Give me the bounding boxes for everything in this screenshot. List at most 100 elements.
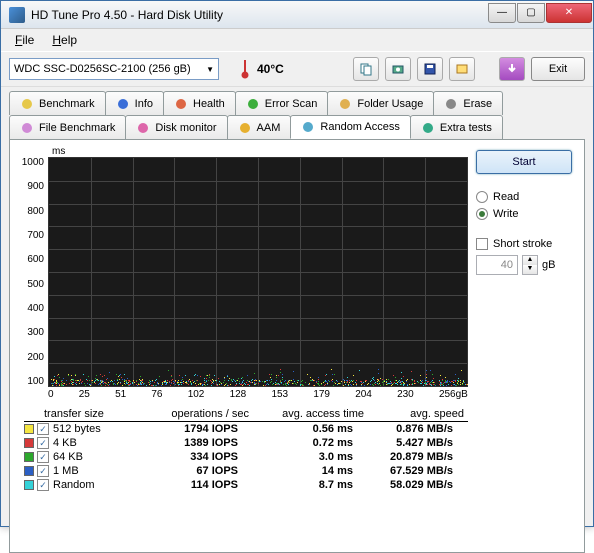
- write-radio[interactable]: Write: [476, 208, 578, 220]
- tab-health[interactable]: Health: [163, 91, 236, 115]
- col-access: avg. access time: [249, 408, 364, 420]
- tab-icon: [301, 120, 315, 134]
- tab-label: Disk monitor: [155, 122, 216, 134]
- x-axis: 0255176102128153179204230256gB: [16, 389, 468, 400]
- result-row: ✓ Random114 IOPS8.7 ms58.029 MB/s: [24, 478, 468, 492]
- window-title: HD Tune Pro 4.50 - Hard Disk Utility: [31, 8, 488, 22]
- tab-info[interactable]: Info: [105, 91, 164, 115]
- ops-value: 334 IOPS: [128, 451, 238, 463]
- series-swatch: [24, 480, 34, 490]
- y-axis: 1000900800700600500400300200100: [16, 157, 48, 387]
- access-value: 0.72 ms: [238, 437, 353, 449]
- read-radio[interactable]: Read: [476, 191, 578, 203]
- tab-file-benchmark[interactable]: File Benchmark: [9, 115, 126, 139]
- ops-value: 67 IOPS: [128, 465, 238, 477]
- speed-value: 58.029 MB/s: [353, 479, 453, 491]
- access-value: 3.0 ms: [238, 451, 353, 463]
- ops-value: 114 IOPS: [128, 479, 238, 491]
- spin-buttons[interactable]: ▲▼: [522, 255, 538, 275]
- tab-label: Health: [193, 98, 225, 110]
- transfer-size: 4 KB: [53, 437, 128, 449]
- tab-benchmark[interactable]: Benchmark: [9, 91, 106, 115]
- col-speed: avg. speed: [364, 408, 464, 420]
- short-stroke-value[interactable]: [476, 255, 518, 275]
- col-transfer-size: transfer size: [44, 408, 139, 420]
- thermometer-icon: [239, 59, 251, 79]
- tab-aam[interactable]: AAM: [227, 115, 292, 139]
- tab-erase[interactable]: Erase: [433, 91, 503, 115]
- speed-value: 5.427 MB/s: [353, 437, 453, 449]
- speed-value: 20.879 MB/s: [353, 451, 453, 463]
- temperature-value: 40°C: [257, 62, 284, 76]
- stroke-unit: gB: [542, 259, 555, 271]
- app-icon: [9, 7, 25, 23]
- series-checkbox[interactable]: ✓: [37, 479, 49, 491]
- save-button[interactable]: [417, 57, 443, 81]
- menu-file[interactable]: File: [7, 31, 42, 49]
- transfer-size: Random: [53, 479, 128, 491]
- menu-help[interactable]: Help: [44, 31, 85, 49]
- tab-icon: [20, 121, 34, 135]
- tab-label: Random Access: [320, 121, 399, 133]
- close-button[interactable]: ✕: [546, 3, 592, 23]
- start-button[interactable]: Start: [476, 150, 572, 174]
- speed-value: 67.529 MB/s: [353, 465, 453, 477]
- transfer-size: 512 bytes: [53, 423, 128, 435]
- toolbar: WDC SSC-D0256SC-2100 (256 gB) ▼ 40°C Exi…: [1, 51, 593, 87]
- refresh-button[interactable]: [499, 57, 525, 81]
- exit-button[interactable]: Exit: [531, 57, 585, 81]
- tab-label: Benchmark: [39, 98, 95, 110]
- access-value: 0.56 ms: [238, 423, 353, 435]
- drive-label: WDC SSC-D0256SC-2100 (256 gB): [14, 63, 191, 75]
- tab-random-access[interactable]: Random Access: [290, 115, 410, 139]
- app-window: HD Tune Pro 4.50 - Hard Disk Utility — ▢…: [0, 0, 594, 527]
- tab-icon: [20, 97, 34, 111]
- screenshot-button[interactable]: [385, 57, 411, 81]
- side-panel: Start Read Write Short stroke ▲▼ gB: [476, 146, 578, 546]
- series-checkbox[interactable]: ✓: [37, 465, 49, 477]
- series-swatch: [24, 466, 34, 476]
- result-row: ✓ 64 KB334 IOPS3.0 ms20.879 MB/s: [24, 450, 468, 464]
- chevron-down-icon: ▼: [206, 65, 214, 74]
- transfer-size: 64 KB: [53, 451, 128, 463]
- tab-icon: [246, 97, 260, 111]
- result-row: ✓ 512 bytes1794 IOPS0.56 ms0.876 MB/s: [24, 422, 468, 436]
- tab-label: Extra tests: [440, 122, 492, 134]
- y-axis-unit: ms: [16, 146, 468, 157]
- tab-icon: [444, 97, 458, 111]
- short-stroke-check[interactable]: Short stroke: [476, 238, 578, 250]
- tab-icon: [338, 97, 352, 111]
- tab-extra-tests[interactable]: Extra tests: [410, 115, 503, 139]
- maximize-button[interactable]: ▢: [517, 3, 545, 23]
- chart-plot: [48, 157, 468, 387]
- series-swatch: [24, 438, 34, 448]
- checkbox-icon: [476, 238, 488, 250]
- drive-select[interactable]: WDC SSC-D0256SC-2100 (256 gB) ▼: [9, 58, 219, 80]
- tab-folder-usage[interactable]: Folder Usage: [327, 91, 434, 115]
- titlebar: HD Tune Pro 4.50 - Hard Disk Utility — ▢…: [1, 1, 593, 29]
- tab-label: Folder Usage: [357, 98, 423, 110]
- tab-icon: [421, 121, 435, 135]
- access-value: 8.7 ms: [238, 479, 353, 491]
- tab-error-scan[interactable]: Error Scan: [235, 91, 329, 115]
- ops-value: 1794 IOPS: [128, 423, 238, 435]
- minimize-button[interactable]: —: [488, 3, 516, 23]
- tab-icon: [174, 97, 188, 111]
- options-button[interactable]: [449, 57, 475, 81]
- tab-disk-monitor[interactable]: Disk monitor: [125, 115, 227, 139]
- series-checkbox[interactable]: ✓: [37, 451, 49, 463]
- transfer-size: 1 MB: [53, 465, 128, 477]
- series-checkbox[interactable]: ✓: [37, 423, 49, 435]
- access-value: 14 ms: [238, 465, 353, 477]
- tab-label: Error Scan: [265, 98, 318, 110]
- tab-label: File Benchmark: [39, 122, 115, 134]
- result-row: ✓ 1 MB67 IOPS14 ms67.529 MB/s: [24, 464, 468, 478]
- series-checkbox[interactable]: ✓: [37, 437, 49, 449]
- tab-icon: [116, 97, 130, 111]
- copy-button[interactable]: [353, 57, 379, 81]
- tab-icon: [238, 121, 252, 135]
- tab-label: Erase: [463, 98, 492, 110]
- radio-icon: [476, 208, 488, 220]
- results-table: transfer size operations / sec avg. acce…: [16, 408, 468, 492]
- speed-value: 0.876 MB/s: [353, 423, 453, 435]
